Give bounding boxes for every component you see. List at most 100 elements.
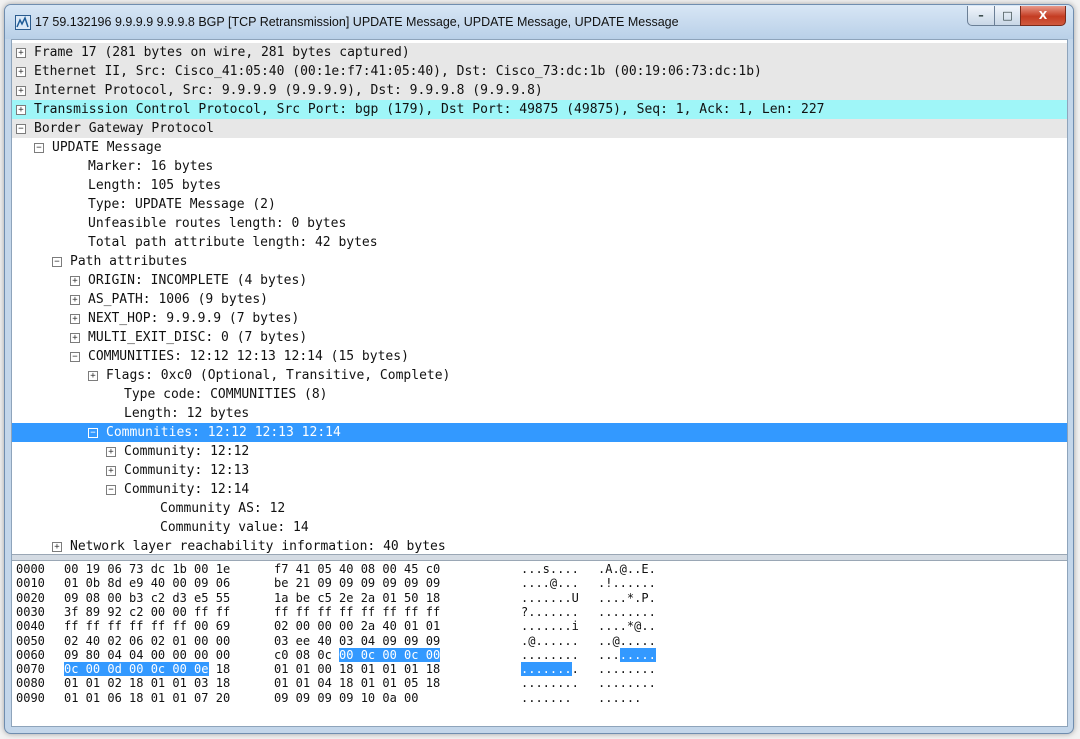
packet-bytes-pane[interactable]: 0000 00 19 06 73 dc 1b 00 1e f7 41 05 40 0… xyxy=(12,562,1067,726)
tree-row-label: Internet Protocol, Src: 9.9.9.9 (9.9.9.9… xyxy=(34,83,543,98)
tree-row[interactable]: + Ethernet II, Src: Cisco_41:05:40 (00:1e… xyxy=(12,62,1067,81)
tree-row[interactable]: − UPDATE Message xyxy=(12,138,1067,157)
hex-row[interactable]: 0020 09 08 00 b3 c2 d3 e5 55 1a be c5 2e 2… xyxy=(12,591,1067,605)
hex-row[interactable]: 0090 01 01 06 18 01 01 07 20 09 09 09 09 1… xyxy=(12,691,1067,705)
tree-row-label: Transmission Control Protocol, Src Port:… xyxy=(34,102,825,117)
tree-row[interactable]: + Flags: 0xc0 (Optional, Transitive, Comp… xyxy=(12,366,1067,385)
expand-icon[interactable]: + xyxy=(16,86,26,96)
bytes: 09 09 09 09 10 0a 00 xyxy=(274,690,419,705)
tree-row[interactable]: Type code: COMMUNITIES (8) xyxy=(12,385,1067,404)
collapse-icon[interactable]: − xyxy=(34,143,44,153)
tree-row[interactable]: Community value: 14 xyxy=(12,518,1067,537)
bytes: 0020 xyxy=(16,590,45,605)
tree-row-label: Length: 105 bytes xyxy=(88,178,222,193)
expand-icon[interactable]: + xyxy=(16,48,26,58)
hex-offset: 0000 xyxy=(16,562,45,576)
hex-bytes-group-2: f7 41 05 40 08 00 45 c0 xyxy=(274,562,440,576)
hex-offset: 0020 xyxy=(16,591,45,605)
tree-row-label: Ethernet II, Src: Cisco_41:05:40 (00:1e:… xyxy=(34,64,762,79)
collapse-icon[interactable]: − xyxy=(88,428,98,438)
expand-icon[interactable]: + xyxy=(70,314,80,324)
tree-row-label: Community AS: 12 xyxy=(160,501,286,516)
tree-row[interactable]: Total path attribute length: 42 bytes xyxy=(12,233,1067,252)
tree-row[interactable]: + Transmission Control Protocol, Src Port… xyxy=(12,100,1067,119)
close-button[interactable]: X xyxy=(1020,6,1066,26)
hex-row[interactable]: 0040 ff ff ff ff ff ff 00 69 02 00 00 00 2… xyxy=(12,619,1067,633)
expand-icon[interactable]: + xyxy=(16,67,26,77)
expand-icon[interactable]: + xyxy=(106,466,116,476)
tree-row[interactable]: Community AS: 12 xyxy=(12,499,1067,518)
tree-row[interactable]: + Frame 17 (281 bytes on wire, 281 bytes … xyxy=(12,43,1067,62)
tree-row-selected[interactable]: − Communities: 12:12 12:13 12:14 xyxy=(12,423,1067,442)
expand-icon[interactable]: + xyxy=(16,105,26,115)
hex-row[interactable]: 0050 02 40 02 06 02 01 00 00 03 ee 40 03 0… xyxy=(12,634,1067,648)
hex-row[interactable]: 0000 00 19 06 73 dc 1b 00 1e f7 41 05 40 0… xyxy=(12,562,1067,576)
bytes: 01 01 06 18 01 01 07 20 xyxy=(64,690,231,705)
tree-row[interactable]: + MULTI_EXIT_DISC: 0 (7 bytes) xyxy=(12,328,1067,347)
tree-row[interactable]: Length: 105 bytes xyxy=(12,176,1067,195)
tree-row[interactable]: − Path attributes xyxy=(12,252,1067,271)
tree-row[interactable]: Unfeasible routes length: 0 bytes xyxy=(12,214,1067,233)
hex-row[interactable]: 0070 0c 00 0d 00 0c 00 0e 18 01 01 00 18 0… xyxy=(12,662,1067,677)
tree-row-label: Community: 12:13 xyxy=(124,463,250,478)
bytes: 0040 xyxy=(16,619,45,634)
bytes: 1a be c5 2e 2a 01 50 18 xyxy=(274,590,441,605)
ascii-group-1: .@...... xyxy=(521,634,579,648)
hex-bytes-group-2: 1a be c5 2e 2a 01 50 18 xyxy=(274,591,440,605)
bytes: 0000 xyxy=(16,562,45,576)
bytes: ........ xyxy=(521,676,579,691)
collapse-icon[interactable]: − xyxy=(70,352,80,362)
tree-row[interactable]: Type: UPDATE Message (2) xyxy=(12,195,1067,214)
packet-detail-tree[interactable]: + Frame 17 (281 bytes on wire, 281 bytes … xyxy=(12,40,1067,554)
hex-bytes-group-2: ff ff ff ff ff ff ff ff xyxy=(274,605,440,619)
bytes: .@...... xyxy=(521,633,579,648)
expand-icon[interactable]: + xyxy=(70,295,80,305)
minimize-button[interactable]: – xyxy=(967,6,995,26)
hex-offset: 0050 xyxy=(16,634,45,648)
expand-icon[interactable]: + xyxy=(88,371,98,381)
tree-row-label: Marker: 16 bytes xyxy=(88,159,214,174)
expand-icon[interactable]: + xyxy=(106,447,116,457)
highlighted-bytes: ..... xyxy=(619,647,656,662)
hex-row[interactable]: 0030 3f 89 92 c2 00 00 ff ff ff ff ff ff f… xyxy=(12,605,1067,619)
tree-row-label: Frame 17 (281 bytes on wire, 281 bytes c… xyxy=(34,45,410,60)
hex-bytes-group-1: 09 08 00 b3 c2 d3 e5 55 xyxy=(64,591,230,605)
tree-row[interactable]: Marker: 16 bytes xyxy=(12,157,1067,176)
bytes: ?....... xyxy=(521,604,579,619)
bytes: 0080 xyxy=(16,676,45,691)
tree-row[interactable]: + Community: 12:12 xyxy=(12,442,1067,461)
tree-row[interactable]: − Border Gateway Protocol xyxy=(12,119,1067,138)
collapse-icon[interactable]: − xyxy=(52,257,62,267)
pane-splitter[interactable] xyxy=(12,554,1067,561)
bytes: 00 19 06 73 dc 1b 00 1e xyxy=(64,562,231,576)
ascii-group-1: ........ xyxy=(521,662,579,677)
tree-row[interactable]: + ORIGIN: INCOMPLETE (4 bytes) xyxy=(12,271,1067,290)
collapse-icon[interactable]: − xyxy=(106,485,116,495)
bytes: .......U xyxy=(521,590,579,605)
tree-row[interactable]: + Network layer reachability information:… xyxy=(12,537,1067,554)
expand-icon[interactable]: + xyxy=(70,333,80,343)
tree-row[interactable]: − COMMUNITIES: 12:12 12:13 12:14 (15 byte… xyxy=(12,347,1067,366)
tree-row[interactable]: − Community: 12:14 xyxy=(12,480,1067,499)
expand-icon[interactable]: + xyxy=(52,542,62,552)
ascii-group-2: ....*@.. xyxy=(598,619,656,633)
tree-row[interactable]: + Internet Protocol, Src: 9.9.9.9 (9.9.9.… xyxy=(12,81,1067,100)
tree-row[interactable]: + Community: 12:13 xyxy=(12,461,1067,480)
ascii-group-1: ...s.... xyxy=(521,562,579,576)
title-bar[interactable]: 17 59.132196 9.9.9.9 9.9.9.8 BGP [TCP Re… xyxy=(5,5,1073,39)
hex-row[interactable]: 0060 09 80 04 04 00 00 00 00 c0 08 0c 00 0… xyxy=(12,647,1067,662)
hex-row[interactable]: 0080 01 01 02 18 01 01 03 18 01 01 04 18 0… xyxy=(12,676,1067,690)
bytes: ...s.... xyxy=(521,562,579,576)
collapse-icon[interactable]: − xyxy=(16,124,26,134)
tree-row[interactable]: Length: 12 bytes xyxy=(12,404,1067,423)
maximize-button[interactable]: □ xyxy=(994,6,1021,26)
ascii-group-2: ........ xyxy=(598,676,656,690)
tree-row[interactable]: + NEXT_HOP: 9.9.9.9 (7 bytes) xyxy=(12,309,1067,328)
hex-row[interactable]: 0010 01 0b 8d e9 40 00 09 06 be 21 09 09 0… xyxy=(12,576,1067,590)
tree-row-label: Community: 12:12 xyxy=(124,444,250,459)
tree-row-label: Type code: COMMUNITIES (8) xyxy=(124,387,328,402)
tree-row[interactable]: + AS_PATH: 1006 (9 bytes) xyxy=(12,290,1067,309)
hex-bytes-group-1: 3f 89 92 c2 00 00 ff ff xyxy=(64,605,230,619)
tree-row-label: UPDATE Message xyxy=(52,140,162,155)
expand-icon[interactable]: + xyxy=(70,276,80,286)
